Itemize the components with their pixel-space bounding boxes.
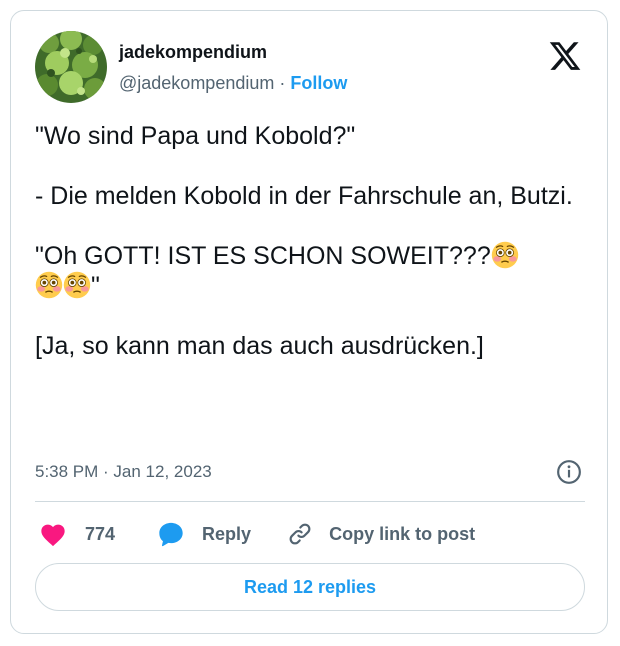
- reply-label: Reply: [202, 523, 252, 544]
- author-display-name[interactable]: jadekompendium: [119, 41, 267, 63]
- tweet-line-3-end: ": [91, 272, 100, 300]
- tweet-line-3: "Oh GOTT! IST ES SCHON SOWEIT???: [35, 242, 491, 270]
- follow-link[interactable]: Follow: [290, 73, 347, 93]
- reply-bubble-icon: [159, 522, 183, 547]
- heart-icon: [41, 524, 65, 547]
- author-avatar[interactable]: [35, 31, 107, 103]
- plant-avatar-icon: [35, 31, 107, 103]
- author-handle[interactable]: @jadekompendium: [119, 73, 274, 93]
- like-count: 774: [85, 523, 116, 544]
- divider: [35, 501, 585, 502]
- link-icon: [289, 523, 311, 545]
- info-icon[interactable]: [556, 459, 582, 485]
- timestamp-time[interactable]: 5:38 PM: [35, 462, 98, 481]
- action-bar: 774 Reply Copy link to post: [39, 519, 475, 549]
- tweet-card: jadekompendium @jadekompendium · Follow …: [10, 10, 608, 634]
- read-replies-button[interactable]: Read 12 replies: [35, 563, 585, 611]
- copy-link-button[interactable]: Copy link to post: [287, 521, 475, 547]
- like-button[interactable]: 774: [39, 521, 115, 547]
- flushed-face-icon: [491, 241, 519, 269]
- tweet-line-2: - Die melden Kobold in der Fahrschule an…: [35, 182, 573, 210]
- timestamp[interactable]: 5:38 PM · Jan 12, 2023: [35, 461, 212, 483]
- tweet-line-4: [Ja, so kann man das auch ausdrücken.]: [35, 332, 484, 360]
- handle-separator: ·: [274, 73, 291, 93]
- copy-link-label: Copy link to post: [329, 523, 476, 544]
- timestamp-date[interactable]: Jan 12, 2023: [113, 462, 211, 481]
- tweet-text: "Wo sind Papa und Kobold?" - Die melden …: [35, 121, 587, 361]
- author-handle-row: @jadekompendium · Follow: [119, 72, 347, 94]
- x-logo-icon[interactable]: [548, 39, 582, 73]
- flushed-face-icon: [35, 271, 63, 299]
- timestamp-separator: ·: [98, 462, 114, 481]
- reply-button[interactable]: Reply: [157, 520, 251, 548]
- flushed-face-icon: [63, 271, 91, 299]
- tweet-line-1: "Wo sind Papa und Kobold?": [35, 122, 356, 150]
